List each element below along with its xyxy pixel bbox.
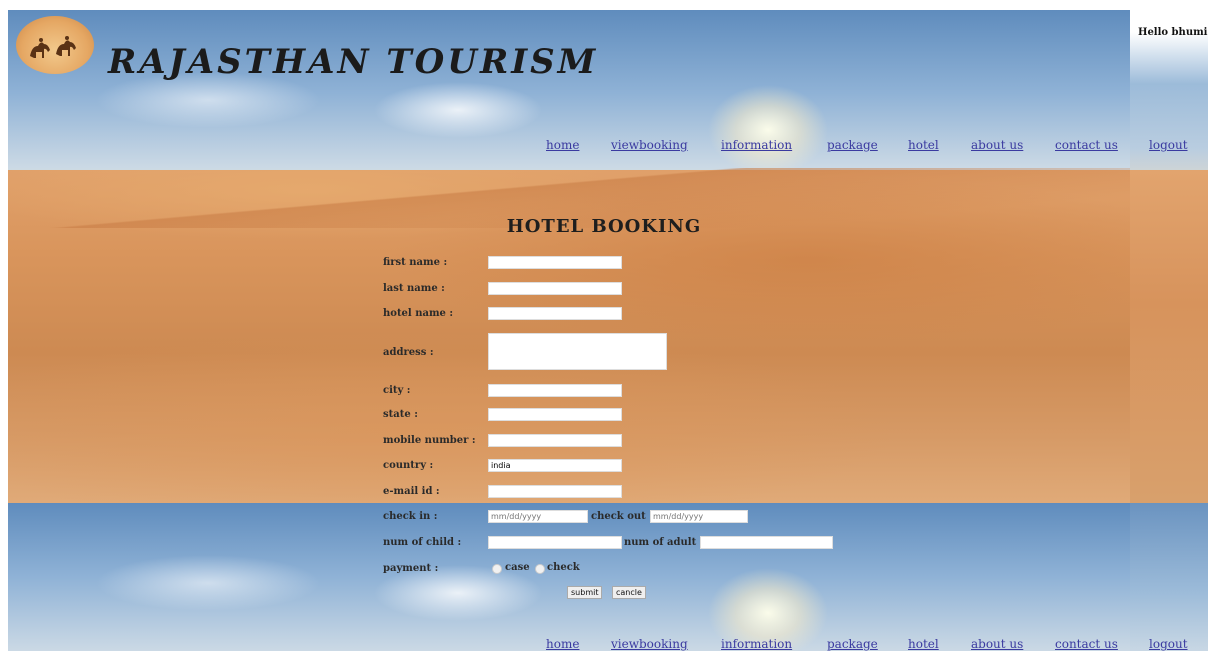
email-input[interactable] <box>488 485 622 498</box>
first-name-label: first name : <box>383 257 448 268</box>
num-adult-input[interactable] <box>700 536 833 549</box>
hotel-name-input[interactable] <box>488 307 622 320</box>
nav-viewbooking[interactable]: viewbooking <box>611 138 688 152</box>
nav-home[interactable]: home <box>546 138 579 152</box>
city-label: city : <box>383 385 411 396</box>
nav-information[interactable]: information <box>721 138 792 152</box>
payment-check-radio[interactable] <box>535 564 545 574</box>
page-title: HOTEL BOOKING <box>506 216 702 237</box>
payment-label: payment : <box>383 563 439 574</box>
mobile-number-label: mobile number : <box>383 435 476 446</box>
email-label: e-mail id : <box>383 486 440 497</box>
state-input[interactable] <box>488 408 622 421</box>
cancel-button[interactable]: cancle <box>612 586 646 599</box>
side-footer-strip <box>1130 503 1208 651</box>
footer-nav-hotel[interactable]: hotel <box>908 637 939 651</box>
submit-button[interactable]: submit <box>567 586 603 599</box>
nav-package[interactable]: package <box>827 138 878 152</box>
payment-case-radio[interactable] <box>492 564 502 574</box>
city-input[interactable] <box>488 384 622 397</box>
country-label: country : <box>383 460 434 471</box>
num-child-input[interactable] <box>488 536 622 549</box>
check-in-label: check in : <box>383 511 438 522</box>
nav-logout[interactable]: logout <box>1149 138 1188 152</box>
mobile-number-input[interactable] <box>488 434 622 447</box>
check-out-label: check out : <box>591 511 653 522</box>
check-out-date-input[interactable] <box>650 510 748 523</box>
footer-nav-viewbooking[interactable]: viewbooking <box>611 637 688 651</box>
country-input[interactable] <box>488 459 622 472</box>
camel-logo-icon <box>16 16 94 74</box>
site-title: RAJASTHAN TOURISM <box>108 42 599 82</box>
top-navigation: home viewbooking information package hot… <box>0 138 1208 156</box>
num-child-label: num of child : <box>383 537 462 548</box>
state-label: state : <box>383 409 418 420</box>
bottom-navigation: home viewbooking information package hot… <box>0 637 1208 655</box>
num-adult-label: num of adult : <box>624 537 704 548</box>
user-greeting: Hello bhumi <box>1138 27 1208 38</box>
footer-sky-background <box>8 503 1130 651</box>
last-name-label: last name : <box>383 283 445 294</box>
nav-hotel[interactable]: hotel <box>908 138 939 152</box>
hotel-name-label: hotel name : <box>383 308 454 319</box>
footer-nav-home[interactable]: home <box>546 637 579 651</box>
footer-nav-logout[interactable]: logout <box>1149 637 1188 651</box>
payment-case-label: case <box>505 562 530 573</box>
footer-nav-contact-us[interactable]: contact us <box>1055 637 1118 651</box>
nav-contact-us[interactable]: contact us <box>1055 138 1118 152</box>
payment-check-label: check <box>547 562 580 573</box>
first-name-input[interactable] <box>488 256 622 269</box>
address-textarea[interactable] <box>488 333 667 370</box>
check-in-date-input[interactable] <box>488 510 588 523</box>
footer-nav-about-us[interactable]: about us <box>971 637 1023 651</box>
nav-about-us[interactable]: about us <box>971 138 1023 152</box>
address-label: address : <box>383 347 434 358</box>
footer-nav-information[interactable]: information <box>721 637 792 651</box>
last-name-input[interactable] <box>488 282 622 295</box>
footer-nav-package[interactable]: package <box>827 637 878 651</box>
